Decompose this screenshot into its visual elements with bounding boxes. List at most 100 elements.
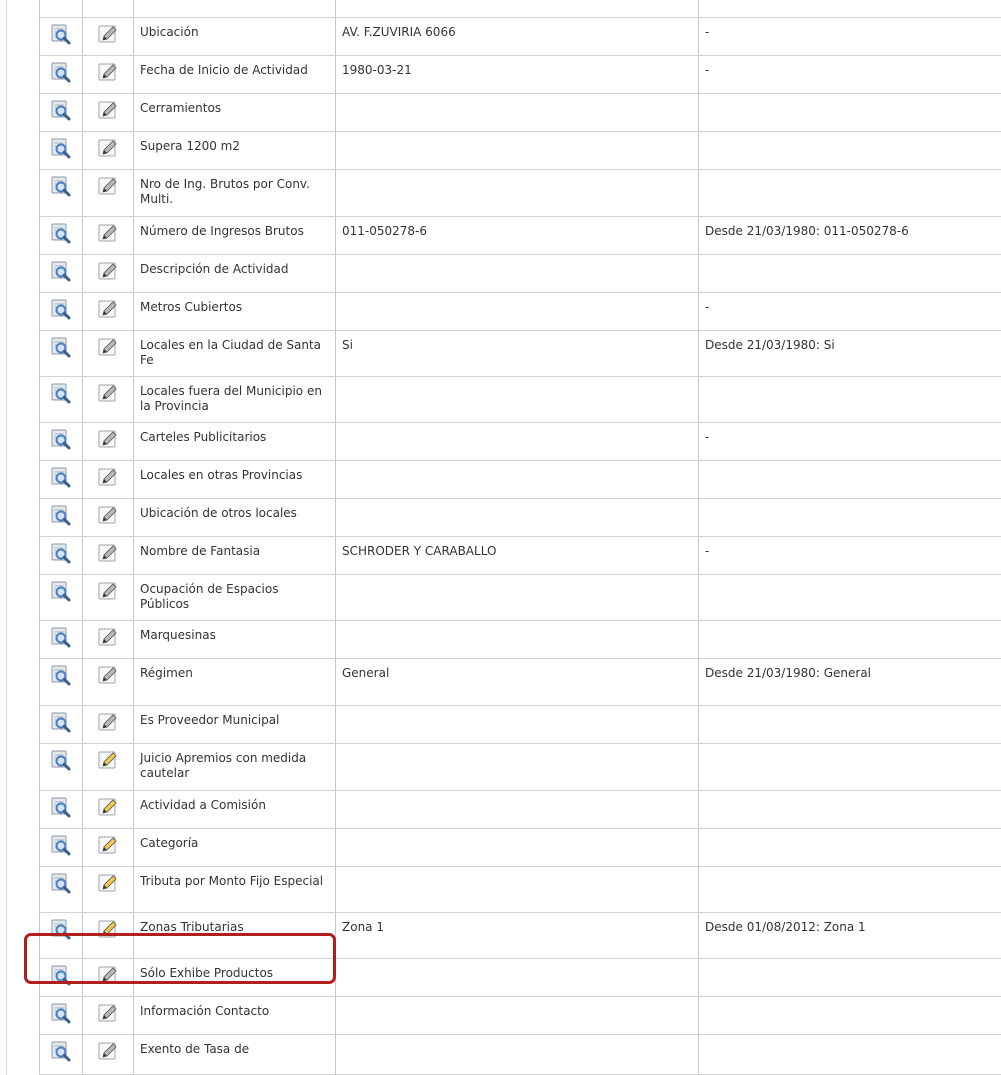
edit-button[interactable]: [97, 336, 119, 358]
view-cell: [39, 254, 83, 293]
view-button[interactable]: [50, 872, 72, 894]
pencil-edit-icon: [98, 506, 117, 524]
attribute-value: [335, 790, 699, 829]
view-button[interactable]: [50, 834, 72, 856]
edit-button[interactable]: [97, 61, 119, 83]
magnifier-view-icon: [51, 581, 71, 602]
view-button[interactable]: [50, 626, 72, 648]
view-button[interactable]: [50, 298, 72, 320]
table-row: Nombre de Fantasia SCHRODER Y CARABALLO -: [39, 536, 1001, 575]
view-button[interactable]: [50, 580, 72, 602]
attribute-history: [698, 1034, 1001, 1075]
attribute-history: [698, 93, 1001, 132]
attribute-label: Actividad a Comisión: [133, 790, 336, 829]
pencil-edit-icon: [98, 430, 117, 448]
edit-button[interactable]: [97, 872, 119, 894]
edit-button[interactable]: [97, 964, 119, 986]
view-button[interactable]: [50, 175, 72, 197]
edit-cell: [82, 498, 134, 537]
edit-button[interactable]: [97, 99, 119, 121]
view-button[interactable]: [50, 1002, 72, 1024]
magnifier-view-icon: [51, 835, 71, 856]
view-button[interactable]: [50, 542, 72, 564]
edit-button[interactable]: [97, 466, 119, 488]
edit-cell: [82, 958, 134, 997]
edit-button[interactable]: [97, 382, 119, 404]
edit-cell: [82, 169, 134, 217]
view-button[interactable]: [50, 137, 72, 159]
edit-button[interactable]: [97, 626, 119, 648]
attribute-value: [335, 422, 699, 461]
pencil-edit-icon: [98, 338, 117, 356]
view-button[interactable]: [50, 1040, 72, 1062]
attribute-value: [335, 620, 699, 659]
attribute-label: Cerramientos: [133, 93, 336, 132]
view-button[interactable]: [50, 749, 72, 771]
view-button[interactable]: [50, 336, 72, 358]
edit-button[interactable]: [97, 711, 119, 733]
view-button[interactable]: [50, 382, 72, 404]
edit-button[interactable]: [97, 918, 119, 940]
table-row: Tributa por Monto Fijo Especial: [39, 866, 1001, 913]
view-button[interactable]: [50, 61, 72, 83]
edit-button[interactable]: [97, 834, 119, 856]
table-row: Información Contacto: [39, 996, 1001, 1035]
edit-button[interactable]: [97, 1040, 119, 1062]
table-row: Supera 1200 m2: [39, 131, 1001, 170]
edit-button[interactable]: [97, 796, 119, 818]
table-row: Carteles Publicitarios -: [39, 422, 1001, 461]
view-button[interactable]: [50, 504, 72, 526]
left-divider: [6, 0, 7, 1075]
attribute-label: Zonas Tributarias: [133, 912, 336, 959]
edit-button[interactable]: [97, 260, 119, 282]
edit-button[interactable]: [97, 664, 119, 686]
magnifier-view-icon: [51, 543, 71, 564]
edit-button[interactable]: [97, 749, 119, 771]
view-button[interactable]: [50, 260, 72, 282]
magnifier-view-icon: [51, 505, 71, 526]
attribute-history: Desde 21/03/1980: Si: [698, 330, 1001, 377]
view-button[interactable]: [50, 964, 72, 986]
view-cell: [39, 1034, 83, 1075]
pencil-edit-icon: [98, 666, 117, 684]
view-button[interactable]: [50, 222, 72, 244]
edit-button[interactable]: [97, 542, 119, 564]
table-row: Marquesinas: [39, 620, 1001, 659]
pencil-edit-icon: [98, 262, 117, 280]
pencil-edit-icon: [98, 798, 117, 816]
edit-button[interactable]: [97, 580, 119, 602]
view-button[interactable]: [50, 664, 72, 686]
view-button[interactable]: [50, 796, 72, 818]
edit-button[interactable]: [97, 137, 119, 159]
edit-button[interactable]: [97, 222, 119, 244]
attribute-value: AV. F.ZUVIRIA 6066: [335, 17, 699, 56]
table-row: Categoría: [39, 828, 1001, 867]
table-row: Locales en la Ciudad de Santa Fe Si Desde …: [39, 330, 1001, 377]
attribute-history: [698, 958, 1001, 997]
pencil-edit-icon: [98, 101, 117, 119]
edit-button[interactable]: [97, 23, 119, 45]
view-button[interactable]: [50, 23, 72, 45]
edit-button[interactable]: [97, 428, 119, 450]
pencil-edit-icon: [98, 966, 117, 984]
magnifier-view-icon: [51, 797, 71, 818]
attribute-value: General: [335, 658, 699, 706]
pencil-edit-icon: [98, 300, 117, 318]
attribute-value: 1980-03-21: [335, 55, 699, 94]
view-cell: [39, 460, 83, 499]
view-cell: [39, 743, 83, 791]
table-row: Régimen General Desde 21/03/1980: General: [39, 658, 1001, 706]
attribute-value: [335, 93, 699, 132]
view-button[interactable]: [50, 466, 72, 488]
edit-button[interactable]: [97, 1002, 119, 1024]
edit-button[interactable]: [97, 175, 119, 197]
view-button[interactable]: [50, 428, 72, 450]
view-button[interactable]: [50, 99, 72, 121]
view-cell: [39, 705, 83, 744]
edit-button[interactable]: [97, 298, 119, 320]
edit-cell: [82, 574, 134, 621]
attribute-label: Exento de Tasa de: [133, 1034, 336, 1075]
view-button[interactable]: [50, 918, 72, 940]
edit-button[interactable]: [97, 504, 119, 526]
view-button[interactable]: [50, 711, 72, 733]
